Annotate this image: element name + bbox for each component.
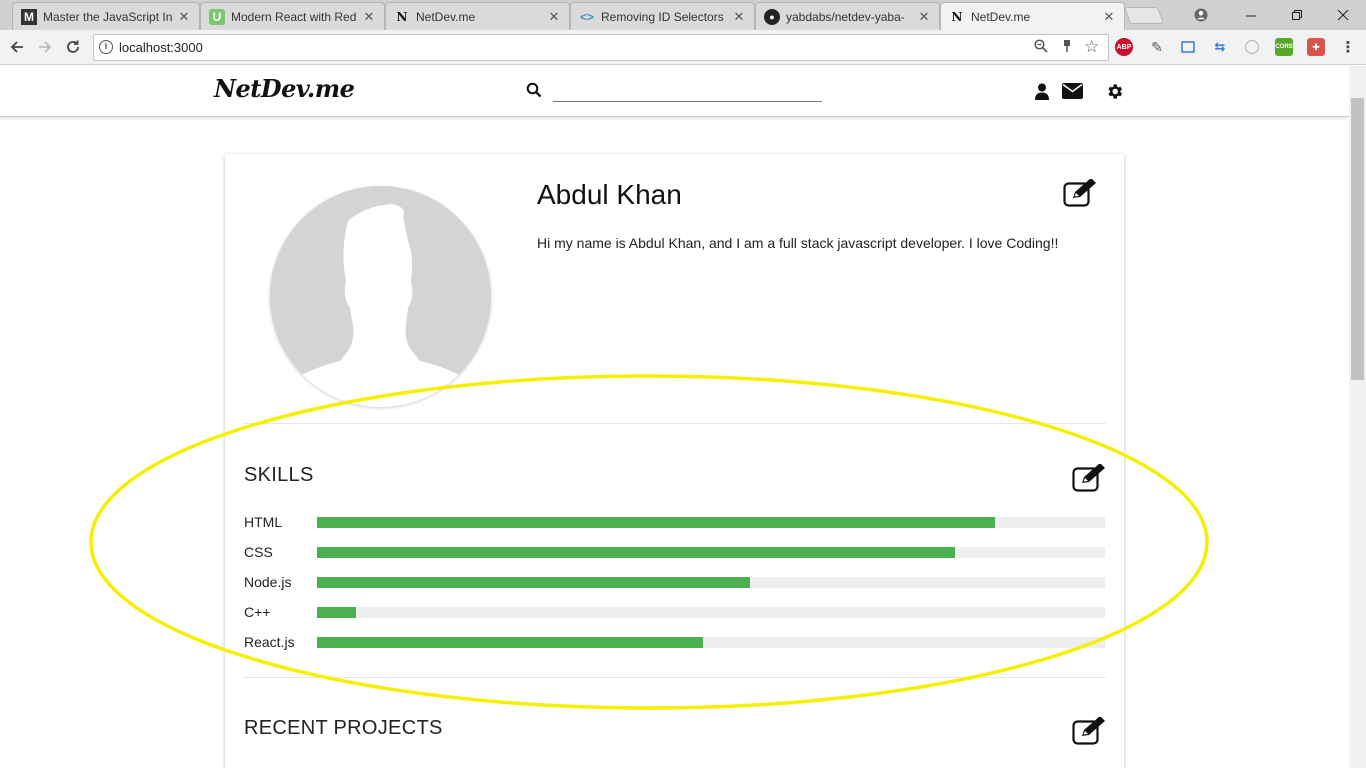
browser-tab-strip: M Master the JavaScript In ✕ U Modern Re… — [0, 0, 1366, 30]
medium-icon: M — [21, 8, 37, 25]
scrollbar-thumb[interactable] — [1351, 98, 1364, 380]
brand-logo[interactable]: NetDev.me — [214, 74, 355, 103]
skill-bar-fill — [317, 637, 704, 648]
skill-label: Node.js — [244, 574, 292, 590]
browser-tab[interactable]: N NetDev.me ✕ — [385, 2, 570, 30]
skill-bar-track — [317, 577, 1105, 588]
skill-row: C++ — [244, 603, 1106, 623]
page-viewport: NetDev.me Abdul Khan Hi my name is Abdul… — [0, 66, 1349, 768]
edit-profile-icon[interactable] — [1063, 178, 1097, 207]
skill-bar-track — [317, 637, 1105, 648]
gear-icon[interactable] — [1104, 81, 1124, 101]
browser-toolbar: i localhost:3000 ☆ ABP ✎ ⇆ CORS ✚ ⋮ — [0, 30, 1366, 65]
profile-card: Abdul Khan Hi my name is Abdul Khan, and… — [225, 154, 1124, 768]
profile-name: Abdul Khan — [537, 179, 682, 210]
netdev-icon: N — [951, 9, 963, 24]
skill-row: HTML — [244, 513, 1106, 533]
extension-red-icon[interactable]: ✚ — [1307, 38, 1325, 56]
forward-arrow-icon[interactable] — [34, 36, 56, 58]
url-text[interactable]: localhost:3000 — [119, 40, 203, 55]
close-tab-icon[interactable]: ✕ — [732, 9, 746, 25]
browser-tab[interactable]: M Master the JavaScript In ✕ — [12, 2, 200, 30]
github-icon: ● — [764, 8, 780, 25]
adblock-icon[interactable]: ABP — [1115, 38, 1133, 56]
minimize-icon[interactable] — [1228, 0, 1274, 30]
search-icon[interactable] — [526, 82, 544, 100]
user-icon[interactable] — [1034, 81, 1050, 101]
skill-label: C++ — [244, 604, 271, 620]
screen-capture-icon[interactable] — [1179, 38, 1197, 56]
edit-skills-icon[interactable] — [1072, 463, 1106, 492]
close-tab-icon[interactable]: ✕ — [1102, 9, 1116, 25]
skill-bar-fill — [317, 547, 956, 558]
address-bar[interactable]: i localhost:3000 ☆ — [93, 34, 1109, 61]
skill-label: HTML — [244, 514, 283, 530]
restore-icon[interactable] — [1274, 0, 1320, 30]
skill-bar-track — [317, 517, 1105, 528]
profile-bio: Hi my name is Abdul Khan, and I am a ful… — [537, 235, 1059, 251]
edit-projects-icon[interactable] — [1072, 716, 1106, 745]
eyedropper-icon[interactable]: ✎ — [1148, 38, 1166, 56]
skill-row: CSS — [244, 543, 1106, 563]
site-info-icon[interactable]: i — [99, 40, 113, 54]
skill-bar-track — [317, 607, 1105, 618]
envelope-icon[interactable] — [1060, 81, 1084, 101]
cors-icon[interactable]: CORS — [1275, 38, 1293, 56]
new-tab-button[interactable] — [1123, 7, 1165, 24]
browser-tab[interactable]: <> Removing ID Selectors ✕ — [570, 2, 755, 30]
back-arrow-icon[interactable] — [6, 36, 28, 58]
skill-bar-fill — [317, 607, 357, 618]
page-scrollbar[interactable] — [1349, 66, 1366, 768]
pin-icon[interactable] — [1061, 39, 1073, 56]
close-window-icon[interactable] — [1320, 0, 1366, 30]
person-silhouette-icon — [290, 204, 470, 407]
zoom-icon[interactable] — [1034, 39, 1048, 56]
browser-tab-active[interactable]: N NetDev.me ✕ — [940, 2, 1125, 30]
udemy-icon: U — [209, 8, 225, 25]
skill-bar-track — [317, 547, 1105, 558]
section-divider — [244, 677, 1106, 678]
app-navbar: NetDev.me — [0, 66, 1349, 117]
extension-circle-icon[interactable] — [1243, 38, 1261, 56]
close-tab-icon[interactable]: ✕ — [362, 9, 376, 25]
skill-row: React.js — [244, 633, 1106, 653]
profile-icon[interactable] — [1178, 0, 1224, 30]
browser-menu-icon[interactable]: ⋮ — [1339, 38, 1357, 56]
skill-row: Node.js — [244, 573, 1106, 593]
close-tab-icon[interactable]: ✕ — [177, 9, 191, 25]
recent-projects-title: RECENT PROJECTS — [244, 717, 443, 739]
code-icon: <> — [579, 9, 594, 24]
swap-arrows-icon[interactable]: ⇆ — [1211, 38, 1229, 56]
skill-bar-fill — [317, 577, 751, 588]
search-input[interactable] — [553, 80, 822, 102]
reload-icon[interactable] — [62, 36, 84, 58]
skills-title: SKILLS — [244, 464, 314, 486]
avatar — [270, 186, 491, 407]
skill-label: CSS — [244, 544, 273, 560]
section-divider — [244, 423, 1106, 424]
browser-tab[interactable]: ● yabdabs/netdev-yaba- ✕ — [755, 2, 940, 30]
netdev-icon: N — [396, 9, 408, 24]
browser-tab[interactable]: U Modern React with Red ✕ — [200, 2, 385, 30]
bookmark-star-icon[interactable]: ☆ — [1084, 37, 1099, 57]
skill-bar-fill — [317, 517, 995, 528]
skill-label: React.js — [244, 634, 295, 650]
close-tab-icon[interactable]: ✕ — [547, 9, 561, 25]
close-tab-icon[interactable]: ✕ — [917, 9, 931, 25]
